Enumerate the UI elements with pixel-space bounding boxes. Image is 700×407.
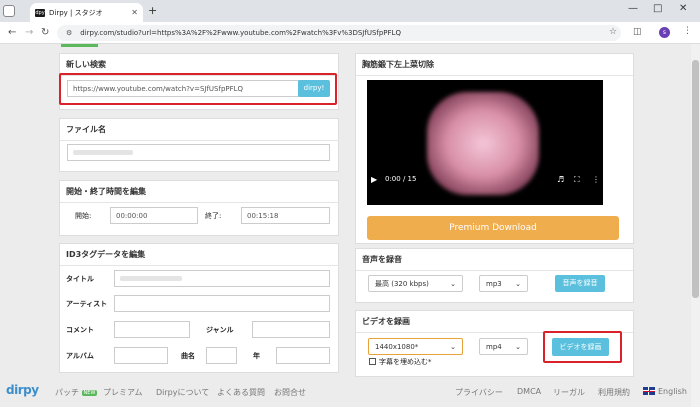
album-input[interactable] xyxy=(114,347,168,364)
scrollbar-thumb[interactable] xyxy=(692,60,699,298)
footer-faq-link[interactable]: よくある質問 xyxy=(217,387,265,398)
record-audio-button[interactable]: 音声を録音 xyxy=(555,275,605,292)
video-player[interactable]: ▶ 0:00 / 15 ♬ ⛶ ⋮ xyxy=(367,80,603,205)
year-label: 年 xyxy=(253,352,260,360)
title-input[interactable] xyxy=(114,270,330,287)
site-info-icon[interactable]: ⚙ xyxy=(66,29,72,37)
back-icon[interactable]: ← xyxy=(8,27,16,38)
footer-legal-link[interactable]: リーガル xyxy=(553,387,585,398)
patch-link-label: パッチ xyxy=(55,388,79,397)
title-label: タイトル xyxy=(66,275,94,283)
chevron-down-icon: ⌄ xyxy=(450,342,456,351)
audio-quality-select[interactable]: 最高 (320 kbps) ⌄ xyxy=(368,275,463,292)
new-badge: NEW xyxy=(81,389,98,396)
maximize-icon[interactable]: □ xyxy=(653,3,662,14)
video-format-value: mp4 xyxy=(486,342,502,351)
genre-input[interactable] xyxy=(252,321,330,338)
bookmark-star-icon[interactable]: ☆ xyxy=(609,27,617,37)
footer-patch-link[interactable]: パッチ NEW xyxy=(55,387,98,398)
subtitle-label: 字幕を埋め込む* xyxy=(379,358,432,366)
premium-download-button[interactable]: Premium Download xyxy=(367,216,619,240)
footer-contact-link[interactable]: お問合せ xyxy=(274,387,306,398)
close-tab-icon[interactable]: ✕ xyxy=(131,8,138,17)
close-window-icon[interactable]: ✕ xyxy=(679,3,687,14)
language-selector[interactable]: English xyxy=(658,387,687,396)
footer-dmca-link[interactable]: DMCA xyxy=(517,387,541,396)
album-label: アルバム xyxy=(66,352,94,360)
dirpy-favicon-icon: dpy xyxy=(35,8,45,17)
audio-title: 音声を録音 xyxy=(356,249,633,271)
url-text: dirpy.com/studio?url=https%3A%2F%2Fwww.y… xyxy=(80,29,401,37)
new-tab-button[interactable]: + xyxy=(148,4,157,17)
search-url-input[interactable]: https://www.youtube.com/watch?v=SJfUSfpP… xyxy=(67,80,299,97)
audio-quality-value: 最高 (320 kbps) xyxy=(375,279,429,288)
video-time: 0:00 / 15 xyxy=(385,175,417,183)
uk-flag-icon xyxy=(643,387,655,395)
audio-format-select[interactable]: mp3 ⌄ xyxy=(479,275,528,292)
filename-input[interactable] xyxy=(67,144,330,161)
video-thumbnail xyxy=(427,92,539,195)
video-format-select[interactable]: mp4 ⌄ xyxy=(479,338,528,355)
video-more-icon[interactable]: ⋮ xyxy=(592,175,600,184)
comment-label: コメント xyxy=(66,326,94,334)
track-input[interactable] xyxy=(206,347,237,364)
artist-label: アーティスト xyxy=(66,300,108,308)
id3-title: ID3タグデータを編集 xyxy=(60,244,338,266)
profile-avatar[interactable]: s xyxy=(659,27,670,38)
active-tab-indicator xyxy=(61,44,98,47)
genre-label: ジャンル xyxy=(206,326,234,334)
dirpy-search-button[interactable]: dirpy! xyxy=(298,80,330,97)
subtitle-checkbox[interactable] xyxy=(369,358,376,365)
omnibox[interactable]: ⚙ dirpy.com/studio?url=https%3A%2F%2Fwww… xyxy=(57,25,621,41)
resolution-value: 1440x1080* xyxy=(375,342,419,351)
browser-menu-icon[interactable]: ⋮ xyxy=(683,26,692,36)
tab-search-icon[interactable] xyxy=(3,5,15,17)
resolution-select[interactable]: 1440x1080* ⌄ xyxy=(368,338,463,355)
record-video-button[interactable]: ビデオを録画 xyxy=(552,338,609,356)
track-label: 曲名 xyxy=(181,352,195,360)
extensions-icon[interactable]: ◫ xyxy=(633,27,642,37)
chevron-down-icon: ⌄ xyxy=(515,342,521,351)
artist-input[interactable] xyxy=(114,295,330,312)
end-time-input[interactable]: 00:15:18 xyxy=(241,207,330,224)
chevron-down-icon: ⌄ xyxy=(515,279,521,288)
time-title: 開始・終了時間を編集 xyxy=(60,181,338,203)
comment-input[interactable] xyxy=(114,321,190,338)
year-input[interactable] xyxy=(276,347,330,364)
dirpy-logo[interactable]: dirpy xyxy=(6,383,39,397)
start-time-input[interactable]: 00:00:00 xyxy=(110,207,198,224)
minimize-icon[interactable]: — xyxy=(628,3,638,14)
video-title: 胸筋鍛下左上菜切除 xyxy=(356,54,633,76)
browser-tab[interactable]: dpy Dirpy | スタジオ ✕ xyxy=(30,3,143,22)
volume-icon[interactable]: ♬ xyxy=(557,175,564,184)
audio-format-value: mp3 xyxy=(486,279,502,288)
reload-icon[interactable]: ↻ xyxy=(41,27,49,38)
start-label: 開始: xyxy=(75,212,92,220)
filename-title: ファイル名 xyxy=(60,119,338,141)
footer-terms-link[interactable]: 利用規約 xyxy=(598,387,630,398)
footer-privacy-link[interactable]: プライバシー xyxy=(455,387,503,398)
fullscreen-icon[interactable]: ⛶ xyxy=(574,175,580,185)
footer-about-link[interactable]: Dirpyについて xyxy=(156,387,209,398)
tab-title: Dirpy | スタジオ xyxy=(49,8,103,17)
play-icon[interactable]: ▶ xyxy=(371,175,377,184)
chevron-down-icon: ⌄ xyxy=(450,279,456,288)
footer-premium-link[interactable]: プレミアム xyxy=(103,387,142,398)
video-record-title: ビデオを録画 xyxy=(356,311,633,333)
forward-icon[interactable]: → xyxy=(25,27,33,38)
end-label: 終了: xyxy=(205,212,222,220)
